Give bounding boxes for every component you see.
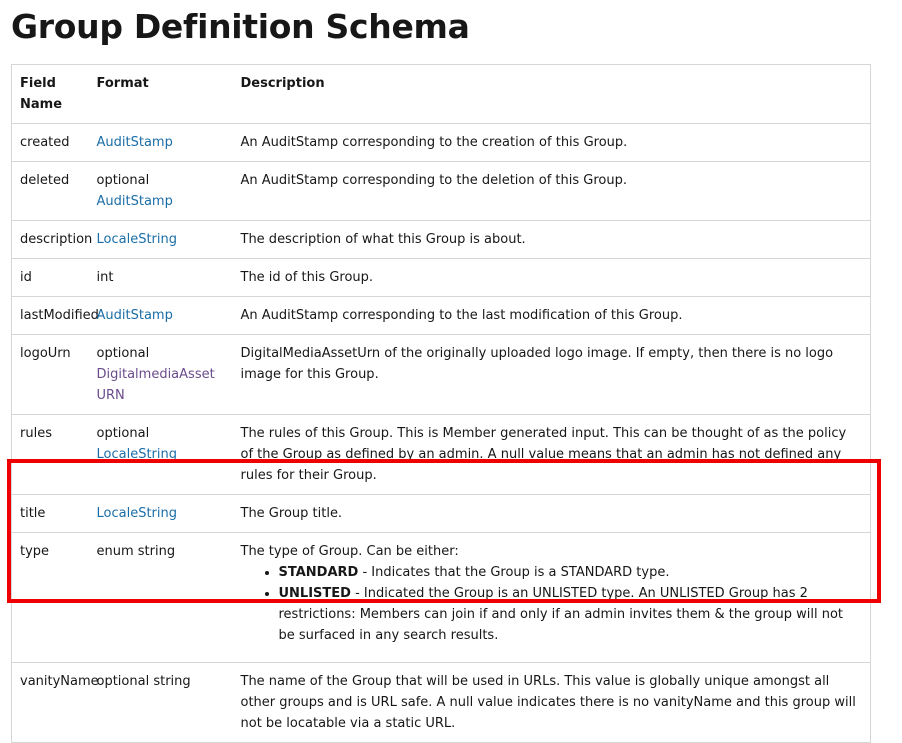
format-prefix: optional <box>96 173 150 188</box>
format-prefix: optional <box>96 426 150 441</box>
enum-text: - Indicates that the Group is a STANDARD… <box>358 565 670 580</box>
format-cell: LocaleString <box>88 494 233 533</box>
schema-table: Field Name Format Description created Au… <box>11 64 871 743</box>
field-name: title <box>11 494 89 533</box>
format-cell: LocaleString <box>88 220 233 259</box>
enum-text: - Indicated the Group is an UNLISTED typ… <box>278 586 844 643</box>
format-link[interactable]: LocaleString <box>97 232 178 247</box>
table-row: id int The id of this Group. <box>11 258 871 297</box>
enum-term: STANDARD <box>278 565 359 580</box>
field-name: vanityName <box>11 662 99 743</box>
format-cell: optional DigitalmediaAsset URN <box>88 334 233 415</box>
field-name: deleted <box>11 161 89 221</box>
table-row: description LocaleString The description… <box>11 220 871 259</box>
table-row: deleted optional AuditStamp An AuditStam… <box>11 161 871 221</box>
format-cell: int <box>88 258 233 297</box>
field-name: created <box>11 123 89 162</box>
table-row: type enum string The type of Group. Can … <box>11 532 871 663</box>
format-link[interactable]: AuditStamp <box>97 308 173 323</box>
table-header-row: Field Name Format Description <box>11 64 871 124</box>
format-link[interactable]: AuditStamp <box>97 194 173 209</box>
field-name: rules <box>11 414 89 495</box>
table-row: title LocaleString The Group title. <box>11 494 871 533</box>
format-cell: AuditStamp <box>88 123 233 162</box>
enum-intro: The type of Group. Can be either: <box>240 544 459 559</box>
format-link[interactable]: LocaleString <box>97 447 178 462</box>
description-cell: The rules of this Group. This is Member … <box>232 414 871 495</box>
format-cell: optional AuditStamp <box>88 161 233 221</box>
format-link[interactable]: DigitalmediaAsset URN <box>97 367 215 403</box>
format-cell: optional string <box>88 662 233 743</box>
table-row: lastModified AuditStamp An AuditStamp co… <box>11 296 871 335</box>
field-name: logoUrn <box>11 334 89 415</box>
field-name: id <box>11 258 89 297</box>
field-name: lastModified <box>11 296 99 335</box>
header-format: Format <box>88 64 233 124</box>
table-row: logoUrn optional DigitalmediaAsset URN Di… <box>11 334 871 415</box>
page-title: Group Definition Schema <box>11 7 470 46</box>
enum-item: UNLISTED - Indicated the Group is an UNL… <box>279 583 863 646</box>
description-cell: The id of this Group. <box>232 258 871 297</box>
enum-list: STANDARD - Indicates that the Group is a… <box>241 562 863 646</box>
field-name: description <box>11 220 92 259</box>
enum-item: STANDARD - Indicates that the Group is a… <box>279 562 863 583</box>
description-cell: The name of the Group that will be used … <box>232 662 871 743</box>
description-cell: An AuditStamp corresponding to the last … <box>232 296 871 335</box>
format-cell: enum string <box>88 532 233 663</box>
description-cell: The Group title. <box>232 494 871 533</box>
format-cell: optional LocaleString <box>88 414 233 495</box>
header-description: Description <box>232 64 871 124</box>
format-link[interactable]: AuditStamp <box>97 135 173 150</box>
description-cell: An AuditStamp corresponding to the creat… <box>232 123 871 162</box>
enum-term: UNLISTED <box>278 586 351 601</box>
description-cell: An AuditStamp corresponding to the delet… <box>232 161 871 221</box>
format-prefix: optional <box>96 346 150 361</box>
table-row: vanityName optional string The name of t… <box>11 662 871 743</box>
table-row: rules optional LocaleString The rules of… <box>11 414 871 495</box>
description-cell: DigitalMediaAssetUrn of the originally u… <box>232 334 871 415</box>
description-cell: The type of Group. Can be either: STANDA… <box>232 532 871 663</box>
format-link[interactable]: LocaleString <box>97 506 178 521</box>
header-field-name: Field Name <box>11 64 89 124</box>
field-name: type <box>11 532 89 663</box>
description-cell: The description of what this Group is ab… <box>232 220 871 259</box>
table-row: created AuditStamp An AuditStamp corresp… <box>11 123 871 162</box>
format-cell: AuditStamp <box>88 296 233 335</box>
